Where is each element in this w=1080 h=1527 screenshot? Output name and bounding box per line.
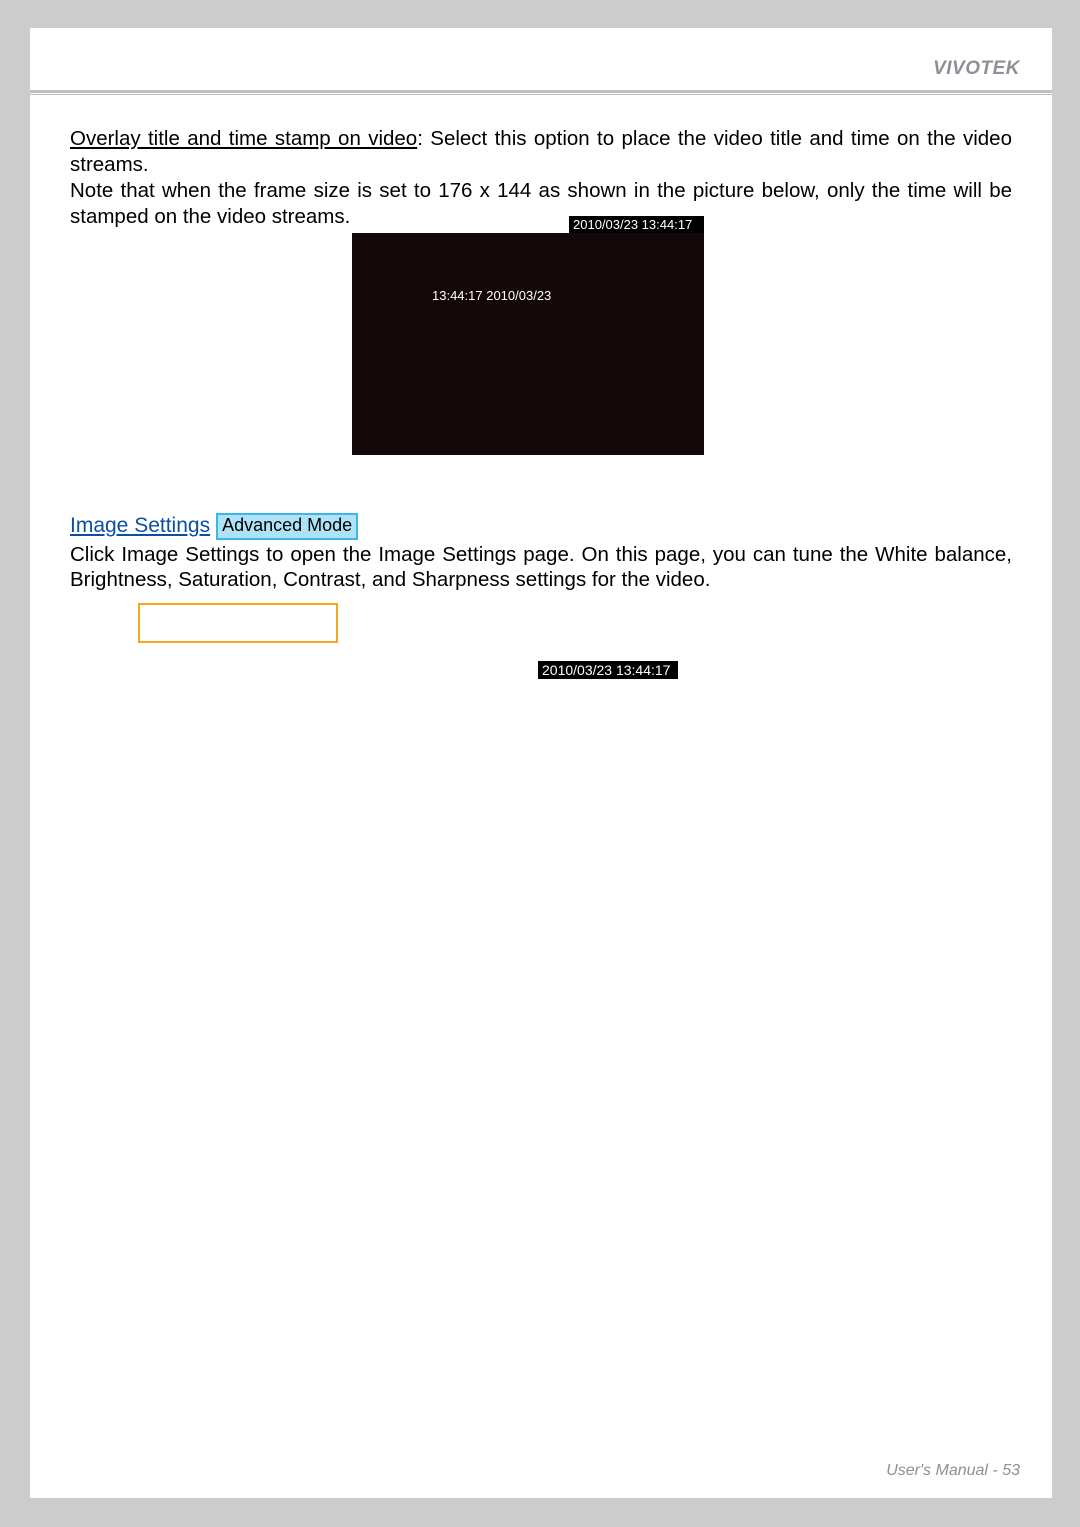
video-example-block: 2010/03/23 13:44:17 13:44:17 2010/03/23 xyxy=(352,216,704,455)
timestamp-bar-top: 2010/03/23 13:44:17 xyxy=(569,216,704,233)
timestamp-bar-lower: 2010/03/23 13:44:17 xyxy=(538,661,678,679)
paragraph-image-settings: Click Image Settings to open the Image S… xyxy=(70,542,1012,593)
highlight-box xyxy=(138,603,338,643)
image-settings-section: Image Settings Advanced Mode Click Image… xyxy=(70,513,1012,593)
advanced-mode-badge: Advanced Mode xyxy=(216,513,358,540)
video-overlay-timestamp: 13:44:17 2010/03/23 xyxy=(432,288,551,303)
heading-row: Image Settings Advanced Mode xyxy=(70,513,1012,540)
overlay-title-underline: Overlay title and time stamp on video xyxy=(70,127,417,150)
brand-logo: VIVOTEK xyxy=(933,58,1020,80)
image-settings-link[interactable]: Image Settings xyxy=(70,514,210,538)
page-footer: User's Manual - 53 xyxy=(886,1462,1020,1480)
header-rule-thick xyxy=(30,90,1052,93)
document-page: VIVOTEK Overlay title and time stamp on … xyxy=(30,28,1052,1498)
video-frame: 13:44:17 2010/03/23 xyxy=(352,233,704,455)
header-rule-thin xyxy=(30,94,1052,95)
paragraph-overlay-title: Overlay title and time stamp on video: S… xyxy=(70,126,1012,177)
